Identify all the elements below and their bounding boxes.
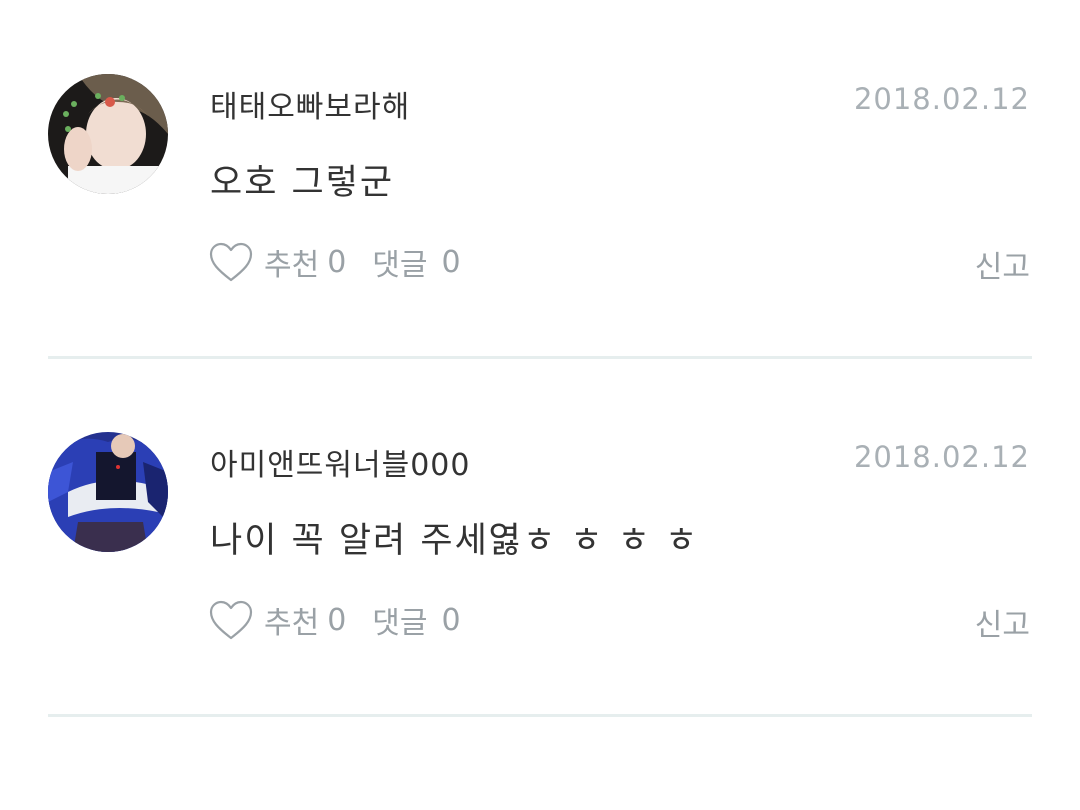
report-button[interactable]: 신고	[975, 600, 1030, 644]
comment-date: 2018.02.12	[853, 82, 1030, 116]
comment-item: 아미앤뜨워너블000 2018.02.12 나이 꼭 알려 주세엻ㅎ ㅎ ㅎ ㅎ…	[0, 428, 1080, 728]
comment-actions: 추천 0 댓글 0	[208, 598, 461, 642]
avatar-image	[48, 74, 168, 194]
report-button[interactable]: 신고	[975, 242, 1030, 286]
like-label[interactable]: 추천	[264, 598, 319, 642]
comment-text: 나이 꼭 알려 주세엻ㅎ ㅎ ㅎ ㅎ	[210, 521, 700, 561]
divider	[48, 356, 1032, 359]
reply-count: 0	[441, 244, 461, 280]
avatar[interactable]	[48, 432, 168, 552]
like-count: 0	[327, 602, 347, 638]
comment-actions: 추천 0 댓글 0	[208, 240, 461, 284]
comment-date: 2018.02.12	[853, 440, 1030, 474]
like-count: 0	[327, 244, 347, 280]
divider	[48, 714, 1032, 717]
heart-outline-icon[interactable]	[208, 241, 254, 283]
reply-count: 0	[441, 602, 461, 638]
avatar-image	[48, 432, 168, 552]
avatar[interactable]	[48, 74, 168, 194]
heart-outline-icon[interactable]	[208, 599, 254, 641]
like-label[interactable]: 추천	[264, 240, 319, 284]
comment-text: 오호 그렇군	[210, 163, 395, 203]
reply-label[interactable]: 댓글	[372, 240, 427, 284]
reply-label[interactable]: 댓글	[372, 598, 427, 642]
username[interactable]: 아미앤뜨워너블000	[210, 440, 470, 484]
comment-item: 태태오빠보라해 2018.02.12 오호 그렇군 추천 0 댓글 0 신고	[0, 70, 1080, 370]
username[interactable]: 태태오빠보라해	[210, 82, 410, 126]
